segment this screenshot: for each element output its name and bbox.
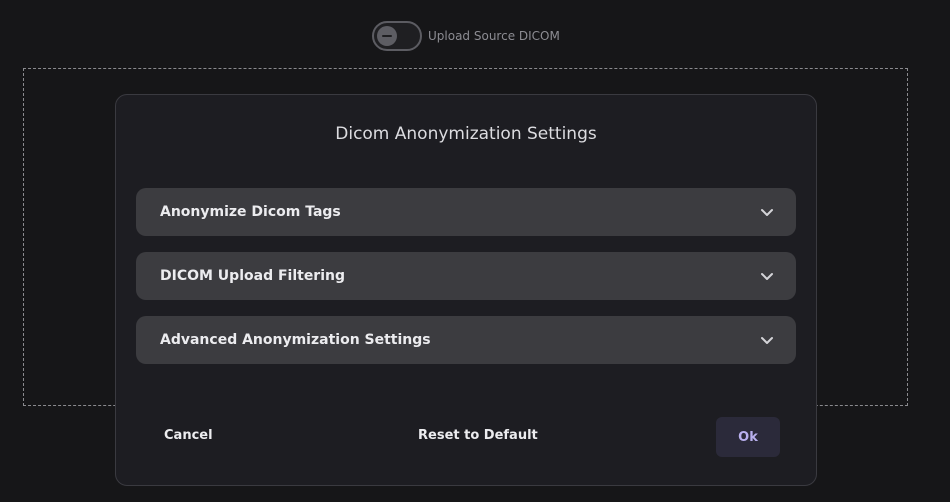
- toggle-label: Upload Source DICOM: [428, 29, 560, 43]
- cancel-button[interactable]: Cancel: [164, 428, 213, 443]
- chevron-down-icon: [760, 333, 774, 347]
- section-label: Anonymize Dicom Tags: [160, 204, 341, 220]
- reset-to-default-button[interactable]: Reset to Default: [418, 428, 538, 443]
- page: Upload Source DICOM Dicom Anonymization …: [0, 0, 950, 502]
- upload-source-toggle-row: Upload Source DICOM: [372, 20, 560, 52]
- chevron-down-icon: [760, 269, 774, 283]
- switch-knob: [377, 26, 397, 46]
- ok-button[interactable]: Ok: [716, 417, 780, 457]
- section-advanced-anonymization-settings[interactable]: Advanced Anonymization Settings: [136, 316, 796, 364]
- minus-icon: [382, 35, 392, 37]
- section-label: Advanced Anonymization Settings: [160, 332, 431, 348]
- anonymization-settings-modal: Dicom Anonymization Settings Anonymize D…: [115, 94, 817, 486]
- section-label: DICOM Upload Filtering: [160, 268, 346, 284]
- upload-source-switch[interactable]: [372, 21, 422, 51]
- chevron-down-icon: [760, 205, 774, 219]
- modal-title: Dicom Anonymization Settings: [335, 124, 597, 144]
- section-anonymize-dicom-tags[interactable]: Anonymize Dicom Tags: [136, 188, 796, 236]
- section-dicom-upload-filtering[interactable]: DICOM Upload Filtering: [136, 252, 796, 300]
